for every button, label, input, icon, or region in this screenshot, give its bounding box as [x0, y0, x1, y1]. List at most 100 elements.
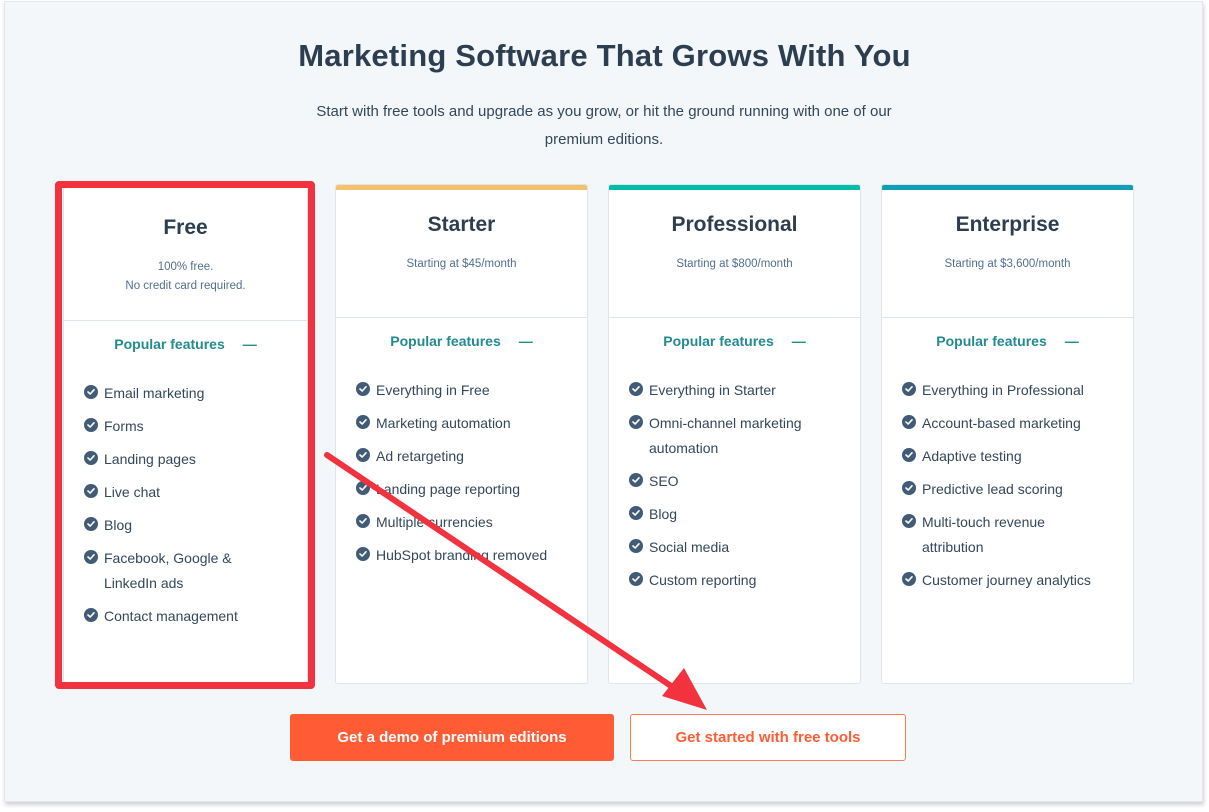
- popular-features-toggle[interactable]: Popular features —: [882, 333, 1133, 349]
- plan-name: Professional: [671, 213, 798, 236]
- feature-item: Live chat: [84, 480, 257, 505]
- plan-price: 100% free. No credit card required.: [64, 258, 307, 296]
- feature-item: Social media: [629, 535, 824, 560]
- popular-features-toggle[interactable]: Popular features —: [64, 336, 307, 352]
- plan-card-free: Free 100% free. No credit card required. Po…: [63, 187, 308, 683]
- feature-label: Email marketing: [104, 385, 205, 401]
- feature-label: Customer journey analytics: [922, 572, 1091, 588]
- check-circle-icon: [356, 514, 370, 528]
- feature-label: SEO: [649, 473, 679, 489]
- subtitle-line-1: Start with free tools and upgrade as you…: [316, 103, 892, 120]
- check-circle-icon: [84, 608, 98, 622]
- feature-label: Everything in Free: [376, 382, 490, 398]
- feature-label: Ad retargeting: [376, 448, 464, 464]
- plan-name: Starter: [427, 213, 496, 236]
- feature-label: Multiple currencies: [376, 514, 493, 530]
- check-circle-icon: [902, 514, 916, 528]
- feature-item: Email marketing: [84, 381, 257, 406]
- minus-icon: —: [518, 333, 533, 349]
- get-demo-button[interactable]: Get a demo of premium editions: [290, 714, 614, 761]
- feature-label: Forms: [104, 418, 144, 434]
- feature-item: Omni-channel marketing automation: [629, 411, 824, 461]
- feature-label: Account-based marketing: [922, 415, 1081, 431]
- feature-item: Contact management: [84, 604, 257, 629]
- popular-features-toggle[interactable]: Popular features —: [609, 333, 860, 349]
- feature-list: Everything in Starter Omni-channel market…: [629, 378, 824, 601]
- check-circle-icon: [629, 415, 643, 429]
- plan-price: Starting at $45/month: [336, 255, 587, 274]
- check-circle-icon: [356, 382, 370, 396]
- feature-label: Social media: [649, 539, 730, 555]
- feature-label: Multi-touch revenue attribution: [922, 514, 1045, 555]
- check-circle-icon: [629, 473, 643, 487]
- feature-list: Everything in Free Marketing automation Ad…: [356, 378, 577, 576]
- plan-price: Starting at $3,600/month: [882, 255, 1133, 274]
- minus-icon: —: [791, 333, 806, 349]
- feature-item: Multi-touch revenue attribution: [902, 510, 1109, 560]
- plan-price: Starting at $800/month: [609, 255, 860, 274]
- check-circle-icon: [902, 481, 916, 495]
- plan-name: Free: [163, 216, 208, 239]
- check-circle-icon: [902, 415, 916, 429]
- check-circle-icon: [356, 481, 370, 495]
- page-title: Marketing Software That Grows With You: [298, 38, 911, 73]
- feature-item: Landing pages: [84, 447, 257, 472]
- card-divider: [609, 317, 860, 318]
- plan-price-line-1: 100% free.: [157, 261, 214, 273]
- feature-item: Custom reporting: [629, 568, 824, 593]
- plan-price-line-1: Starting at $45/month: [406, 258, 517, 270]
- feature-item: Adaptive testing: [902, 444, 1109, 469]
- check-circle-icon: [902, 572, 916, 586]
- check-circle-icon: [629, 572, 643, 586]
- feature-label: Blog: [104, 517, 133, 533]
- check-circle-icon: [629, 539, 643, 553]
- feature-item: Blog: [629, 502, 824, 527]
- feature-item: Everything in Professional: [902, 378, 1109, 403]
- check-circle-icon: [356, 415, 370, 429]
- feature-item: Everything in Free: [356, 378, 577, 403]
- card-divider: [336, 317, 587, 318]
- check-circle-icon: [356, 547, 370, 561]
- feature-item: SEO: [629, 469, 824, 494]
- check-circle-icon: [84, 418, 98, 432]
- minus-icon: —: [1064, 333, 1079, 349]
- feature-item: Facebook, Google & LinkedIn ads: [84, 546, 257, 596]
- plan-price-line-1: Starting at $800/month: [676, 258, 793, 270]
- plan-accent-bar: [609, 185, 860, 190]
- feature-list: Email marketing Forms Landing pages Live ch…: [84, 381, 257, 637]
- feature-list: Everything in Professional Account-based …: [902, 378, 1109, 601]
- check-circle-icon: [356, 448, 370, 462]
- plan-card-enterprise: Enterprise Starting at $3,600/month Popula…: [881, 184, 1134, 684]
- plan-accent-bar: [882, 185, 1133, 190]
- plan-accent-bar: [336, 185, 587, 190]
- feature-item: Multiple currencies: [356, 510, 577, 535]
- plan-card-starter: Starter Starting at $45/month Popular feat…: [335, 184, 588, 684]
- feature-label: Adaptive testing: [922, 448, 1022, 464]
- check-circle-icon: [84, 451, 98, 465]
- minus-icon: —: [242, 336, 257, 352]
- feature-label: Omni-channel marketing automation: [649, 415, 802, 456]
- feature-label: Contact management: [104, 608, 238, 624]
- feature-label: Landing pages: [104, 451, 196, 467]
- popular-features-label: Popular features: [390, 333, 501, 349]
- feature-item: Predictive lead scoring: [902, 477, 1109, 502]
- feature-label: Custom reporting: [649, 572, 757, 588]
- feature-item: Forms: [84, 414, 257, 439]
- check-circle-icon: [84, 550, 98, 564]
- check-circle-icon: [902, 448, 916, 462]
- popular-features-label: Popular features: [663, 333, 774, 349]
- check-circle-icon: [84, 517, 98, 531]
- feature-label: Blog: [649, 506, 678, 522]
- get-started-free-button[interactable]: Get started with free tools: [630, 714, 906, 761]
- popular-features-label: Popular features: [936, 333, 1047, 349]
- feature-item: Customer journey analytics: [902, 568, 1109, 593]
- check-circle-icon: [84, 484, 98, 498]
- card-divider: [64, 320, 307, 321]
- feature-item: Landing page reporting: [356, 477, 577, 502]
- feature-label: HubSpot branding removed: [376, 547, 548, 563]
- check-circle-icon: [902, 382, 916, 396]
- feature-label: Landing page reporting: [376, 481, 521, 497]
- feature-label: Everything in Professional: [922, 382, 1084, 398]
- check-circle-icon: [629, 506, 643, 520]
- popular-features-toggle[interactable]: Popular features —: [336, 333, 587, 349]
